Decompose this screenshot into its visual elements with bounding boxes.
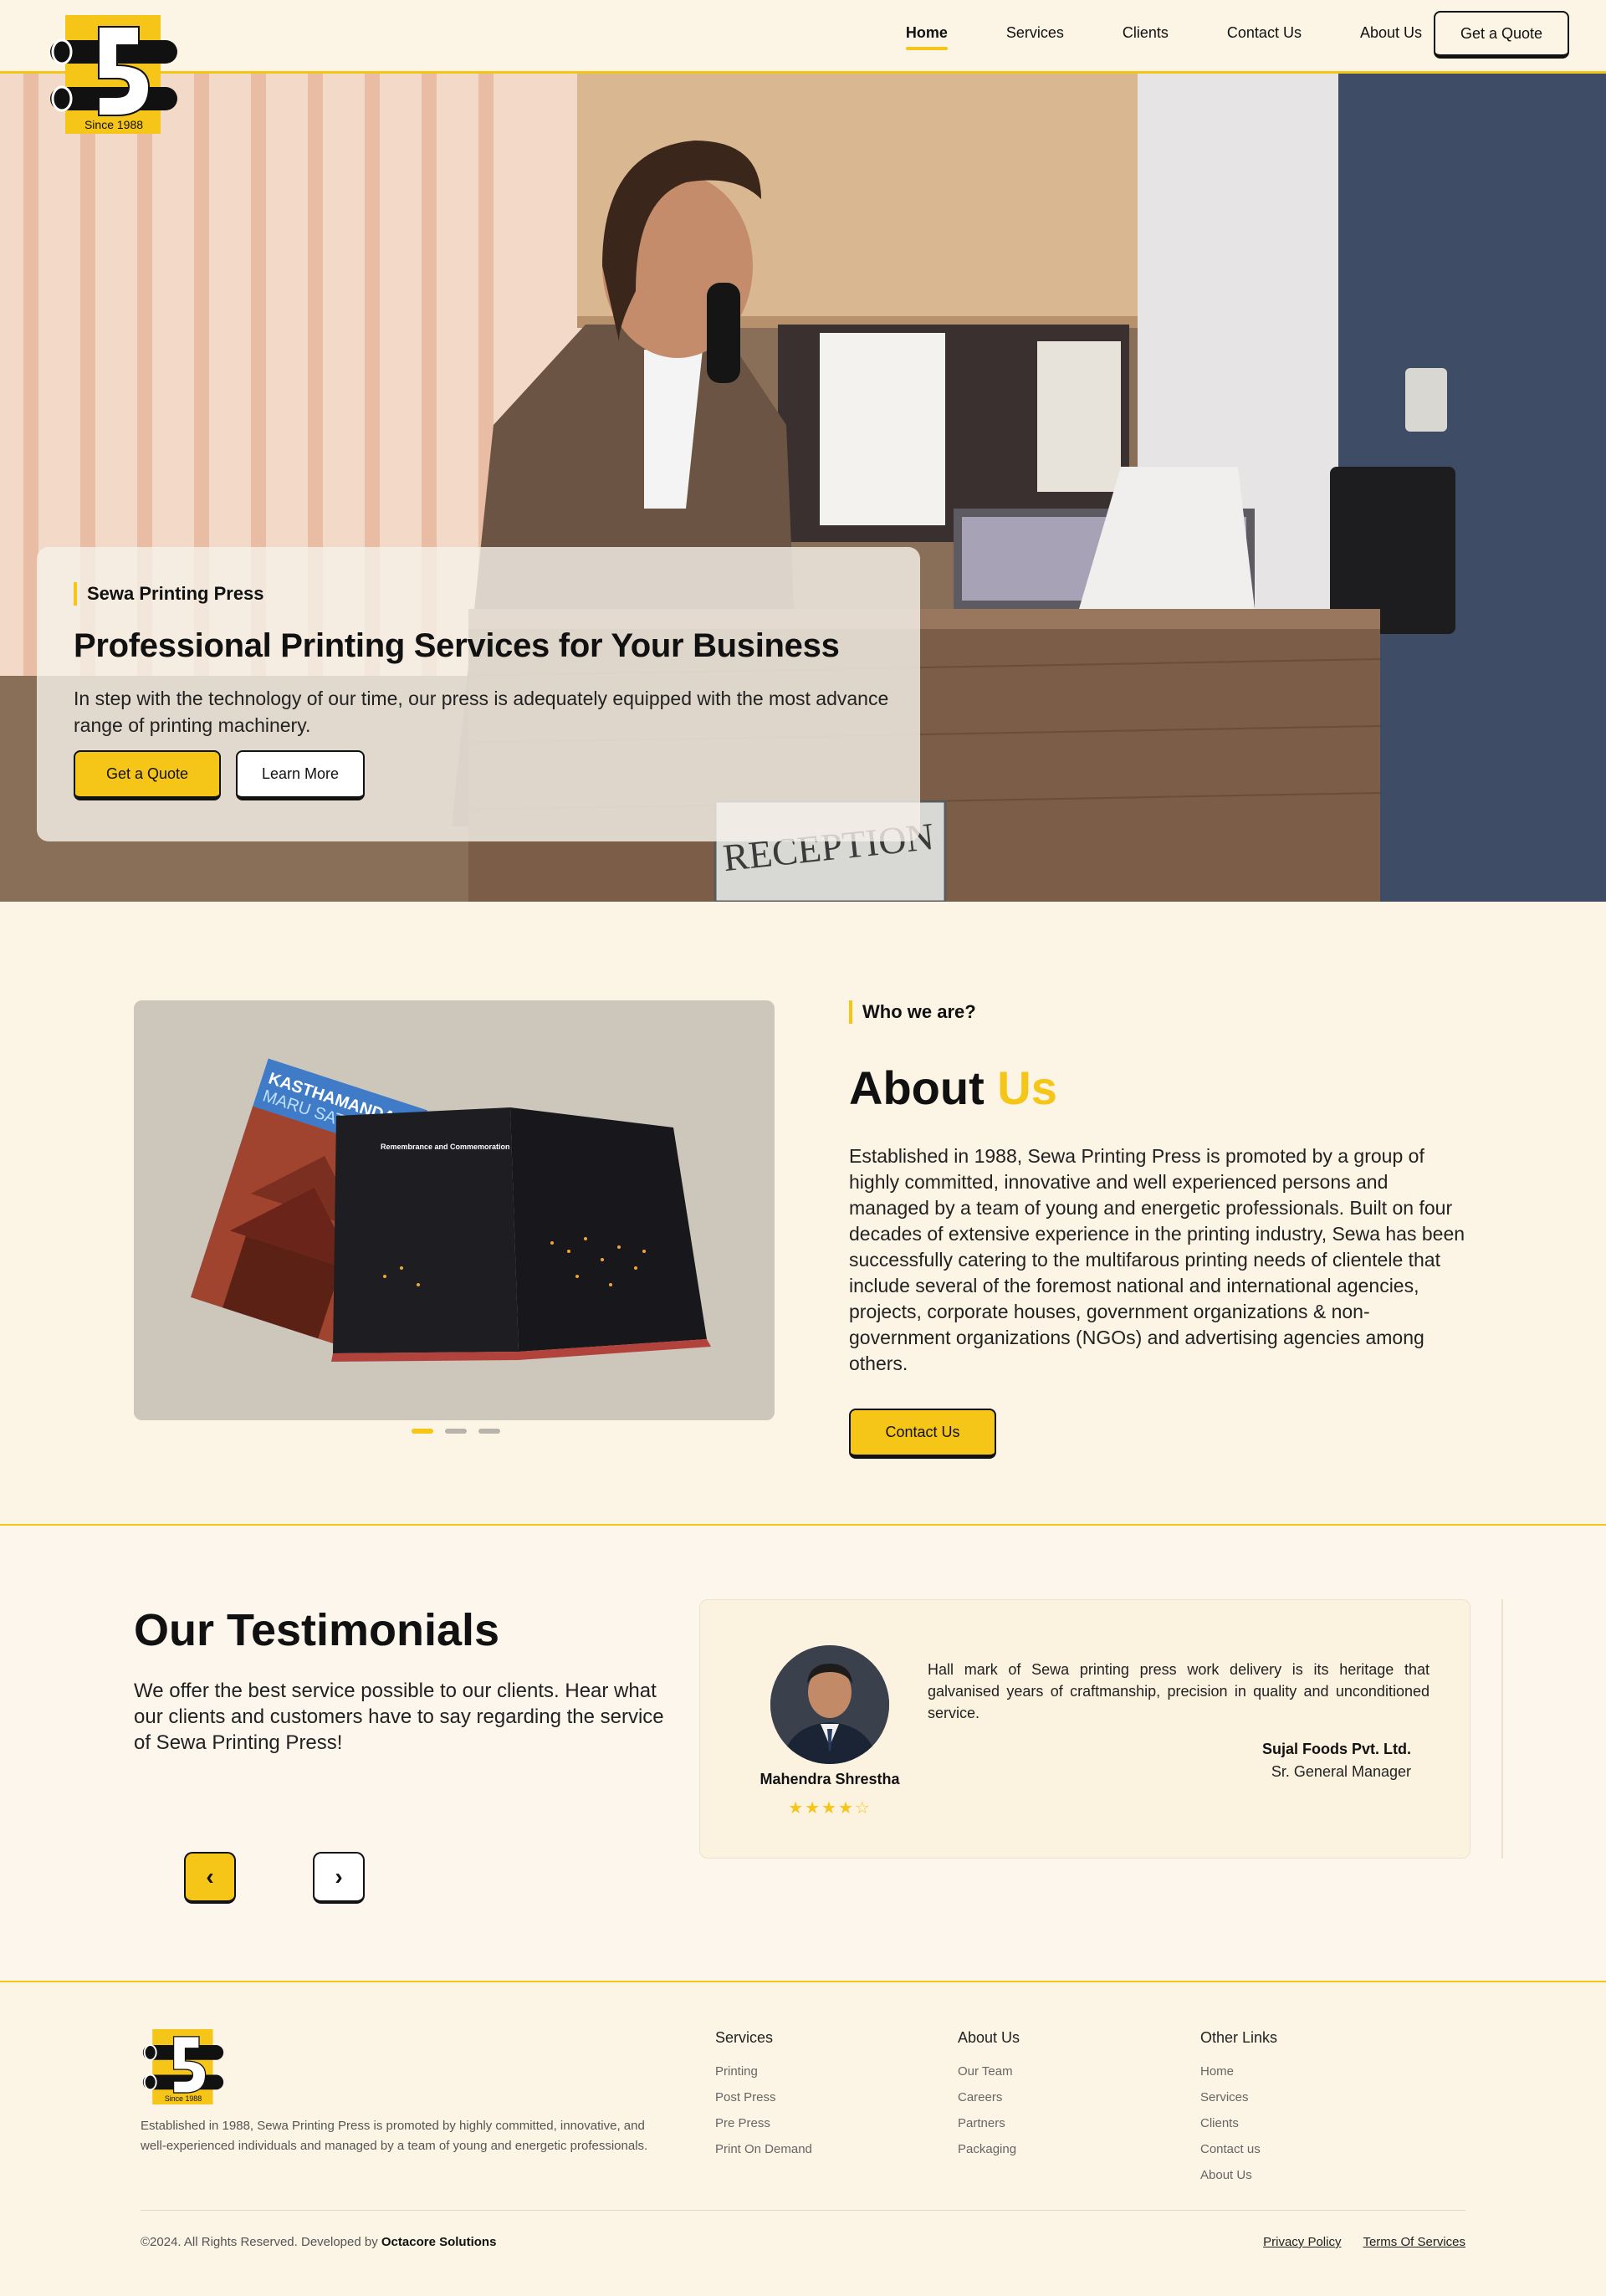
footer-link[interactable]: Packaging [958, 2136, 1020, 2162]
footer-col-title: Services [715, 2029, 774, 2046]
book-photo: KASTHAMANDAP MARU SATTA Remembrance and … [134, 1000, 775, 1420]
footer-link[interactable]: Partners [958, 2110, 1020, 2136]
footer-link[interactable]: Printing [715, 2058, 812, 2084]
site-logo[interactable]: Since 1988 [47, 15, 181, 134]
avatar-photo [770, 1645, 889, 1764]
testimonial-company: Sujal Foods Pvt. Ltd. [1261, 1741, 1411, 1757]
prev-arrow-button[interactable]: ‹ [184, 1852, 236, 1904]
hero-section: RECEPTION Sewa Printing Press Profession… [0, 74, 1606, 902]
carousel-dots [412, 1429, 500, 1434]
legal-links: Privacy Policy Terms Of Services [1263, 2235, 1465, 2249]
about-section: KASTHAMANDAP MARU SATTA Remembrance and … [0, 902, 1606, 1526]
nav-about[interactable]: About Us [1360, 24, 1422, 47]
chevron-left-icon: ‹ [206, 1864, 214, 1889]
hero-tag: Sewa Printing Press [74, 582, 883, 606]
footer-col-title: Other Links [1200, 2029, 1278, 2046]
about-title-main: About [849, 1061, 985, 1114]
contact-us-button[interactable]: Contact Us [849, 1409, 996, 1459]
hero-quote-button[interactable]: Get a Quote [74, 750, 221, 800]
testimonials-title: Our Testimonials [134, 1605, 500, 1655]
testimonial-card: Mahendra Shrestha ★★★★☆ Hall mark of Sew… [699, 1599, 1470, 1859]
testimonial-role: Sr. General Manager [1271, 1763, 1411, 1780]
copyright-text: ©2024. All Rights Reserved. Developed by [141, 2235, 378, 2249]
footer-divider [141, 2210, 1465, 2211]
hero-buttons: Get a Quote Learn More [74, 750, 883, 800]
about-tag-label: Who we are? [862, 1001, 976, 1022]
nav-clients[interactable]: Clients [1123, 24, 1169, 47]
footer-link[interactable]: Services [1200, 2084, 1277, 2110]
footer-link[interactable]: Print On Demand [715, 2136, 812, 2162]
nav-contact[interactable]: Contact Us [1227, 24, 1302, 47]
next-arrow-button[interactable]: › [313, 1852, 365, 1904]
footer-link[interactable]: Clients [1200, 2110, 1277, 2136]
logo-since-text: Since 1988 [84, 118, 143, 131]
carousel-dot[interactable] [412, 1429, 433, 1434]
footer-link[interactable]: Careers [958, 2084, 1020, 2110]
about-title: About Us [849, 1061, 1468, 1115]
hero-title: Professional Printing Services for Your … [74, 627, 840, 664]
carousel-dot[interactable] [445, 1429, 467, 1434]
hero-tag-label: Sewa Printing Press [87, 583, 264, 604]
privacy-policy-link[interactable]: Privacy Policy [1263, 2235, 1341, 2249]
main-nav: Home Services Clients Contact Us About U… [905, 0, 1422, 71]
about-carousel-image[interactable]: KASTHAMANDAP MARU SATTA Remembrance and … [134, 1000, 775, 1420]
footer-col-about: About Us Our Team Careers Partners Packa… [958, 2029, 1020, 2162]
about-text-block: Who we are? About Us Established in 1988… [849, 1000, 1468, 1459]
about-tag: Who we are? [849, 1000, 1468, 1024]
nav-home[interactable]: Home [905, 24, 948, 50]
nav-services[interactable]: Services [1006, 24, 1064, 47]
chevron-right-icon: › [335, 1864, 343, 1889]
footer-description: Established in 1988, Sewa Printing Press… [141, 2119, 648, 2153]
header-quote-button[interactable]: Get a Quote [1434, 11, 1569, 59]
footer-logo[interactable]: Since 1988 [141, 2029, 226, 2104]
footer-col-title: About Us [958, 2029, 1020, 2046]
footer-col-services: Services Printing Post Press Pre Press P… [715, 2029, 812, 2162]
learn-more-button[interactable]: Learn More [236, 750, 365, 800]
site-header: Home Services Clients Contact Us About U… [0, 0, 1606, 74]
tag-accent-bar [74, 582, 77, 606]
copyright: ©2024. All Rights Reserved. Developed by… [141, 2235, 496, 2249]
avatar [770, 1645, 889, 1764]
star-rating-icon: ★★★★☆ [788, 1799, 872, 1818]
carousel-dot[interactable] [478, 1429, 500, 1434]
about-title-highlight: Us [997, 1061, 1057, 1114]
hero-card: Sewa Printing Press Professional Printin… [37, 547, 920, 841]
footer-col-other-links: Other Links Home Services Clients Contac… [1200, 2029, 1277, 2188]
terms-link[interactable]: Terms Of Services [1363, 2235, 1465, 2249]
testimonials-section: Our Testimonials We offer the best servi… [0, 1526, 1606, 1982]
footer-link[interactable]: Contact us [1200, 2136, 1277, 2162]
footer-link[interactable]: Post Press [715, 2084, 812, 2110]
testimonials-subtitle: We offer the best service possible to ou… [134, 1680, 664, 1754]
footer-logo-since-text: Since 1988 [165, 2094, 202, 2103]
footer-link[interactable]: About Us [1200, 2162, 1277, 2188]
hero-description: In step with the technology of our time,… [74, 688, 889, 736]
about-body: Established in 1988, Sewa Printing Press… [849, 1145, 1465, 1374]
testimonial-quote: Hall mark of Sewa printing press work de… [928, 1661, 1430, 1721]
site-footer: Since 1988 Established in 1988, Sewa Pri… [0, 1982, 1606, 2296]
book-page-heading: Remembrance and Commemoration [381, 1143, 510, 1151]
footer-link[interactable]: Pre Press [715, 2110, 812, 2136]
tag-accent-bar [849, 1000, 852, 1024]
testimonial-author-name: Mahendra Shrestha [760, 1771, 900, 1787]
developer-link[interactable]: Octacore Solutions [381, 2235, 497, 2249]
footer-link[interactable]: Our Team [958, 2058, 1020, 2084]
next-card-edge [1501, 1599, 1503, 1859]
footer-link[interactable]: Home [1200, 2058, 1277, 2084]
